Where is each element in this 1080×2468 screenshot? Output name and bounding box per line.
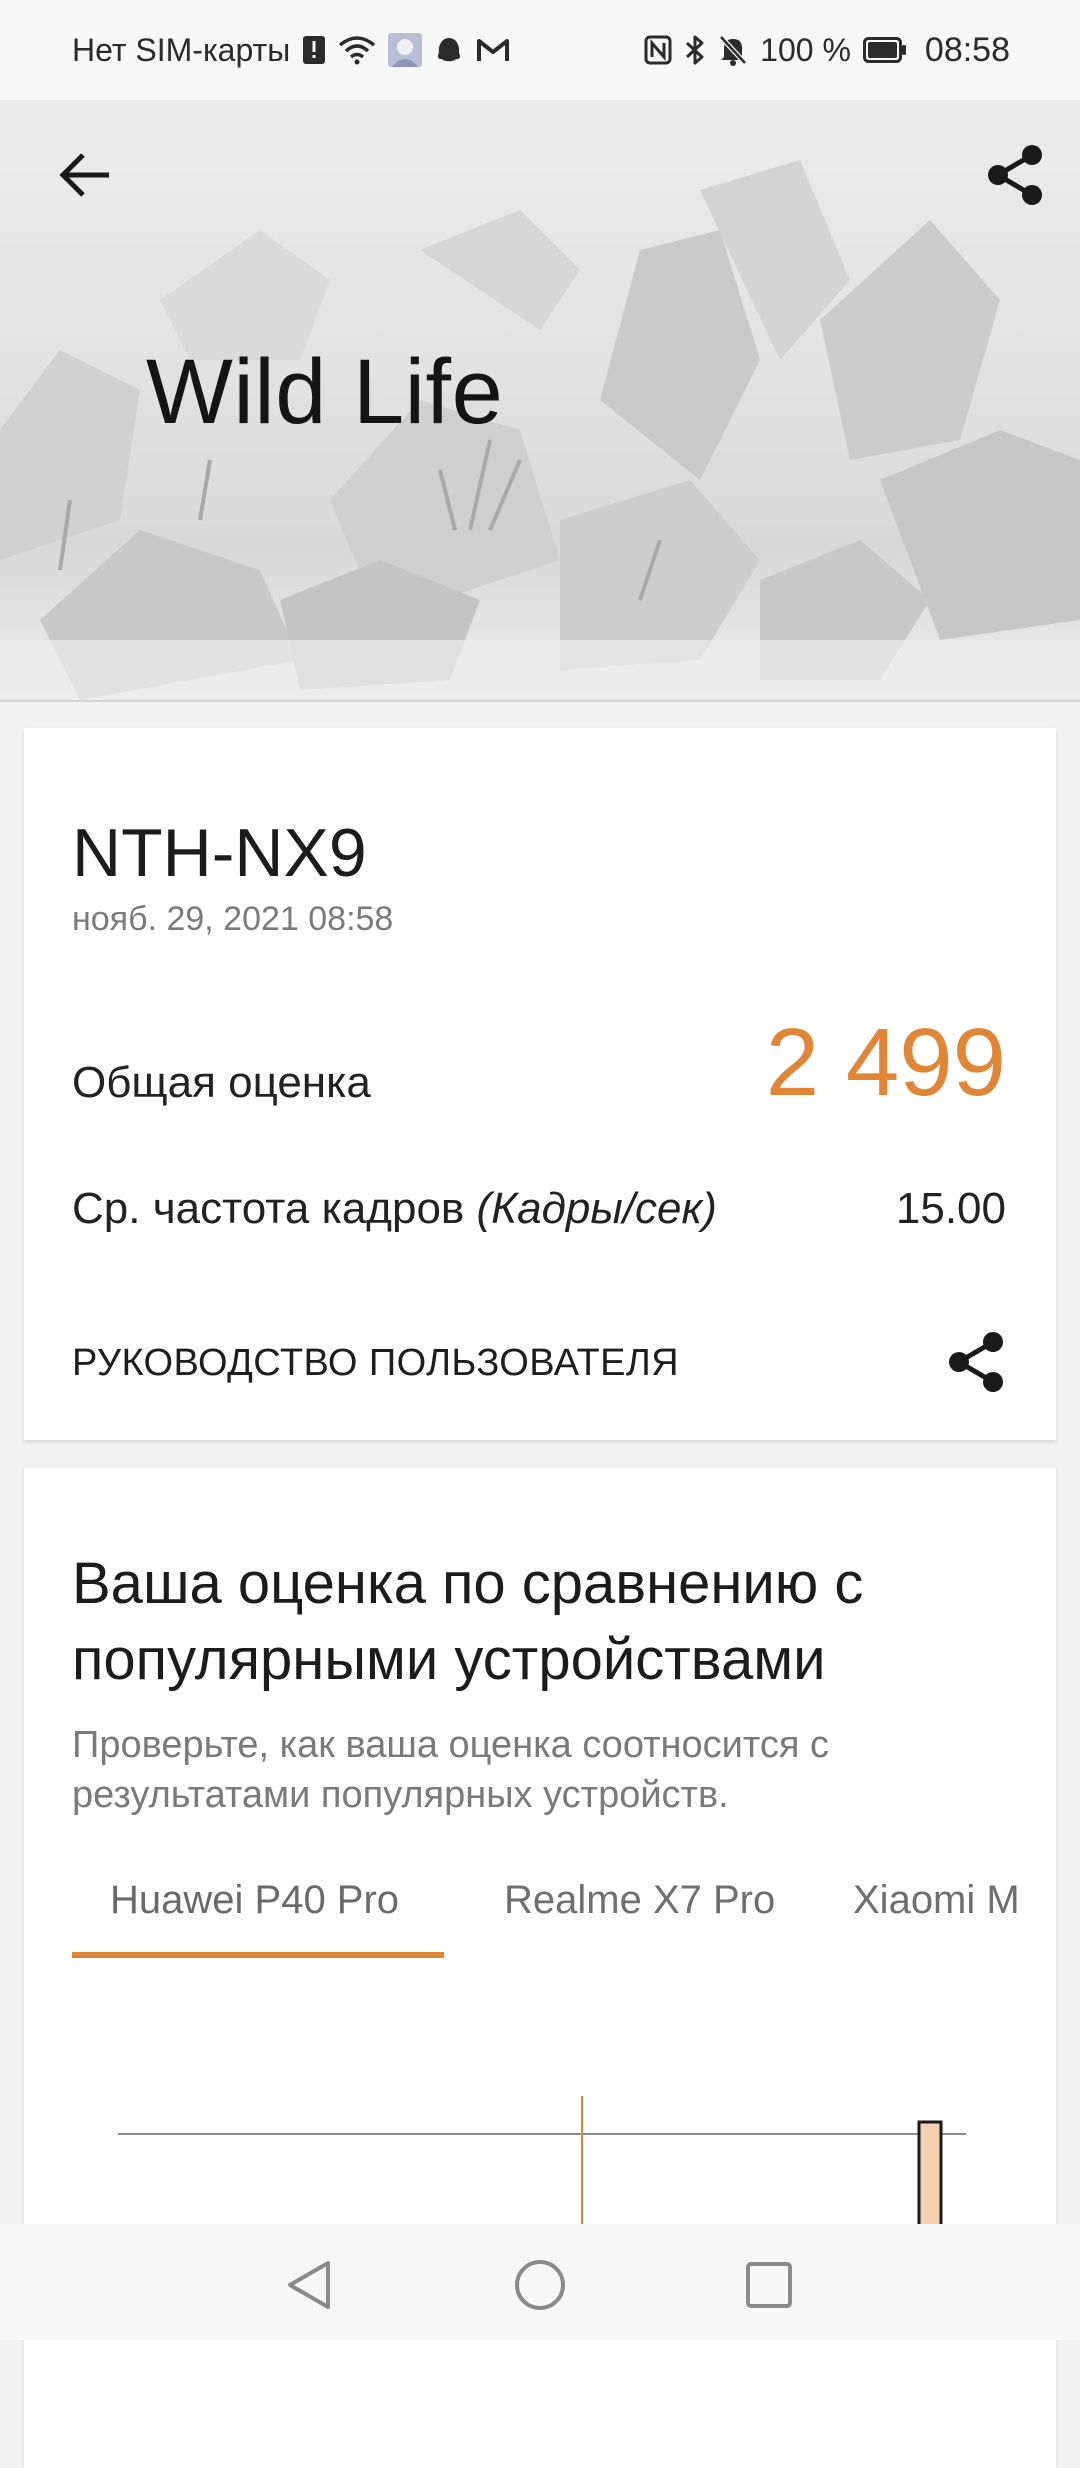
battery-icon bbox=[862, 37, 907, 63]
mute-icon bbox=[718, 34, 748, 66]
result-card: NTH-NX9 нояб. 29, 2021 08:58 Общая оценк… bbox=[24, 728, 1056, 1440]
share-result-button[interactable] bbox=[936, 1322, 1016, 1402]
back-button[interactable] bbox=[50, 140, 120, 210]
carrier-text: Нет SIM-карты bbox=[72, 31, 291, 68]
share-icon bbox=[949, 1332, 1003, 1392]
back-triangle-icon bbox=[288, 2261, 330, 2309]
device-tabs: Huawei P40 Pro Realme X7 Pro Xiaomi M bbox=[72, 1878, 1056, 1958]
tab-huawei-p40-pro[interactable]: Huawei P40 Pro bbox=[110, 1878, 399, 1923]
page-title: Wild Life bbox=[146, 341, 504, 443]
gmail-icon bbox=[476, 37, 510, 63]
tab-realme-x7-pro[interactable]: Realme X7 Pro bbox=[504, 1878, 775, 1923]
nav-recents-button[interactable] bbox=[734, 2250, 804, 2320]
nav-home-button[interactable] bbox=[505, 2250, 575, 2320]
system-nav-bar bbox=[0, 2224, 1080, 2340]
wifi-icon bbox=[338, 35, 376, 65]
share-button[interactable] bbox=[980, 140, 1050, 210]
recents-square-icon bbox=[746, 2262, 792, 2308]
comparison-title: Ваша оценка по сравнению с популярными у… bbox=[72, 1551, 864, 1692]
status-bar-left: Нет SIM-карты bbox=[72, 32, 510, 69]
home-circle-icon bbox=[515, 2260, 565, 2310]
nfc-icon bbox=[644, 35, 672, 65]
score-value: 2 499 bbox=[765, 1009, 1006, 1116]
user-guide-link[interactable]: РУКОВОДСТВО ПОЛЬЗОВАТЕЛЯ bbox=[72, 1342, 679, 1385]
fps-label: Ср. частота кадров (Кадры/сек) bbox=[72, 1184, 717, 1234]
bluetooth-icon bbox=[684, 34, 706, 66]
status-bar: Нет SIM-карты 100 % 08:58 bbox=[0, 0, 1080, 100]
alert-sim-icon bbox=[302, 35, 326, 65]
fps-label-text: Ср. частота кадров bbox=[72, 1184, 465, 1233]
battery-text: 100 % bbox=[760, 31, 851, 68]
hero-header: Wild Life bbox=[0, 100, 1080, 702]
nav-back-button[interactable] bbox=[274, 2250, 344, 2320]
clock: 08:58 bbox=[924, 30, 1010, 69]
share-icon bbox=[988, 145, 1042, 205]
avatar-notification-icon bbox=[388, 33, 423, 67]
result-date: нояб. 29, 2021 08:58 bbox=[72, 900, 394, 938]
comparison-subtitle: Проверьте, как ваша оценка соотносится с… bbox=[72, 1724, 829, 1816]
fps-unit: (Кадры/сек) bbox=[476, 1184, 717, 1233]
app-notification-icon bbox=[434, 35, 464, 65]
fps-value: 15.00 bbox=[895, 1184, 1006, 1233]
device-name: NTH-NX9 bbox=[72, 815, 367, 891]
score-label: Общая оценка bbox=[72, 1058, 371, 1107]
tab-xiaomi[interactable]: Xiaomi M bbox=[853, 1878, 1020, 1923]
active-tab-indicator bbox=[72, 1952, 444, 1958]
status-bar-right: 100 % 08:58 bbox=[644, 31, 1010, 70]
arrow-left-icon bbox=[59, 153, 109, 197]
